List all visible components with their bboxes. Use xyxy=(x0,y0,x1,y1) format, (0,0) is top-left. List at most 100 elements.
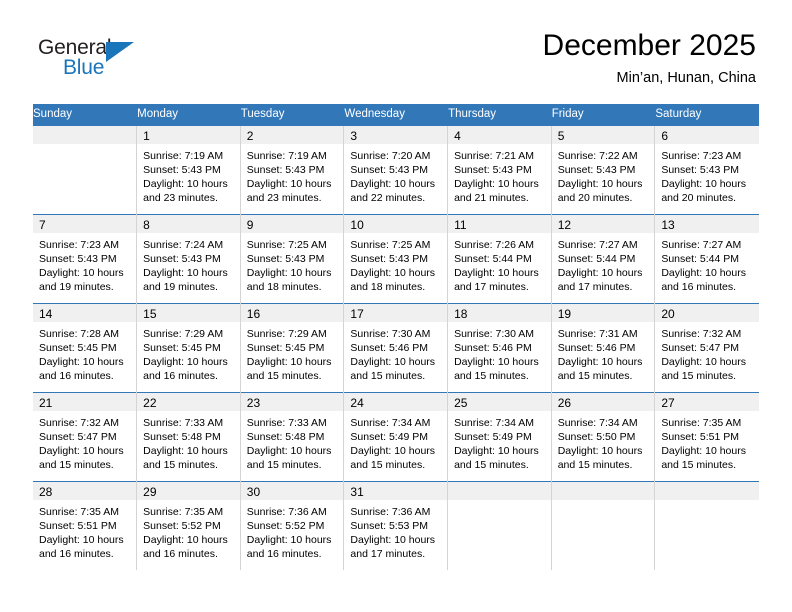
sunset-text: Sunset: 5:48 PM xyxy=(143,430,221,443)
daylight-text-line1: Daylight: 10 hours xyxy=(557,356,643,369)
daylight-text-line2: and 15 minutes. xyxy=(246,459,322,472)
daylight-text-line2: and 23 minutes. xyxy=(143,192,218,205)
calendar-day-cell[interactable]: 20 Sunrise: 7:32 AM Sunset: 5:47 PM Dayligh… xyxy=(654,302,759,392)
calendar-day-cell[interactable]: 22 Sunrise: 7:33 AM Sunset: 5:48 PM Dayligh… xyxy=(136,391,241,481)
calendar-day-cell[interactable]: 31 Sunrise: 7:36 AM Sunset: 5:53 PM Dayligh… xyxy=(343,480,449,570)
general-blue-logo: General Blue xyxy=(38,36,168,86)
calendar-day-cell[interactable]: 14 Sunrise: 7:28 AM Sunset: 5:45 PM Dayligh… xyxy=(33,302,138,392)
daylight-text-line1: Daylight: 10 hours xyxy=(39,267,124,280)
day-details: Sunrise: 7:29 AM Sunset: 5:45 PM Daylight:… xyxy=(137,322,240,384)
page-header: General Blue December 2025 Min’an, Hunan… xyxy=(0,0,792,104)
calendar-day-cell[interactable]: 18 Sunrise: 7:30 AM Sunset: 5:46 PM Dayligh… xyxy=(447,302,552,392)
sunrise-text: Sunrise: 7:25 AM xyxy=(350,238,431,251)
daylight-text-line2: and 15 minutes. xyxy=(350,370,426,383)
sunrise-text: Sunrise: 7:27 AM xyxy=(557,238,638,251)
calendar-day-cell[interactable]: 3 Sunrise: 7:20 AM Sunset: 5:43 PM Daylight… xyxy=(343,124,449,214)
daylight-text-line1: Daylight: 10 hours xyxy=(557,445,643,458)
sunrise-text: Sunrise: 7:33 AM xyxy=(246,416,327,429)
day-number-band: 31 xyxy=(344,481,448,500)
calendar-day-cell[interactable]: 17 Sunrise: 7:30 AM Sunset: 5:46 PM Dayligh… xyxy=(343,302,449,392)
day-number: 12 xyxy=(557,217,572,232)
sunrise-text: Sunrise: 7:36 AM xyxy=(246,505,327,518)
day-details: Sunrise: 7:34 AM Sunset: 5:49 PM Daylight:… xyxy=(448,411,551,473)
calendar-day-cell[interactable]: 5 Sunrise: 7:22 AM Sunset: 5:43 PM Daylight… xyxy=(551,124,656,214)
sunrise-text: Sunrise: 7:31 AM xyxy=(557,327,638,340)
calendar-day-cell[interactable]: 6 Sunrise: 7:23 AM Sunset: 5:43 PM Daylight… xyxy=(654,124,759,214)
sunset-text: Sunset: 5:43 PM xyxy=(454,163,532,176)
sunset-text: Sunset: 5:43 PM xyxy=(143,252,221,265)
day-number: 26 xyxy=(557,395,572,410)
calendar-day-cell[interactable]: 29 Sunrise: 7:35 AM Sunset: 5:52 PM Dayligh… xyxy=(136,480,241,570)
daylight-text-line2: and 15 minutes. xyxy=(350,459,426,472)
calendar-day-cell[interactable]: 26 Sunrise: 7:34 AM Sunset: 5:50 PM Dayligh… xyxy=(551,391,656,481)
daylight-text-line2: and 23 minutes. xyxy=(246,192,322,205)
day-number-band: 20 xyxy=(655,303,759,322)
daylight-text-line2: and 16 minutes. xyxy=(39,370,114,383)
daylight-text-line1: Daylight: 10 hours xyxy=(454,356,539,369)
calendar-day-cell[interactable]: 30 Sunrise: 7:36 AM Sunset: 5:52 PM Dayligh… xyxy=(240,480,345,570)
calendar-day-cell[interactable]: 25 Sunrise: 7:34 AM Sunset: 5:49 PM Dayligh… xyxy=(447,391,552,481)
calendar-week-row: 28 Sunrise: 7:35 AM Sunset: 5:51 PM Dayligh… xyxy=(33,480,759,570)
calendar-day-cell[interactable]: 12 Sunrise: 7:27 AM Sunset: 5:44 PM Dayligh… xyxy=(551,213,656,303)
day-number: 17 xyxy=(350,306,364,321)
sunset-text: Sunset: 5:44 PM xyxy=(557,252,636,265)
daylight-text-line2: and 16 minutes. xyxy=(143,548,218,561)
calendar-day-cell[interactable]: 2 Sunrise: 7:19 AM Sunset: 5:43 PM Daylight… xyxy=(240,124,345,214)
day-number-band xyxy=(655,481,759,500)
day-number-band: 10 xyxy=(344,214,448,233)
day-number-band: 25 xyxy=(448,392,551,411)
weekday-header-saturday: Saturday xyxy=(654,104,759,125)
day-details: Sunrise: 7:28 AM Sunset: 5:45 PM Daylight:… xyxy=(33,322,136,384)
day-details: Sunrise: 7:24 AM Sunset: 5:43 PM Daylight:… xyxy=(137,233,240,295)
sunrise-text: Sunrise: 7:20 AM xyxy=(350,149,431,162)
day-number: 23 xyxy=(246,395,261,410)
day-details: Sunrise: 7:19 AM Sunset: 5:43 PM Daylight:… xyxy=(137,144,240,206)
daylight-text-line2: and 22 minutes. xyxy=(350,192,426,205)
sunset-text: Sunset: 5:47 PM xyxy=(661,341,739,354)
calendar-day-cell[interactable]: 10 Sunrise: 7:25 AM Sunset: 5:43 PM Dayligh… xyxy=(343,213,449,303)
day-number: 9 xyxy=(246,217,254,232)
daylight-text-line2: and 17 minutes. xyxy=(350,548,426,561)
calendar-day-cell[interactable]: 9 Sunrise: 7:25 AM Sunset: 5:43 PM Daylight… xyxy=(240,213,345,303)
daylight-text-line2: and 18 minutes. xyxy=(350,281,426,294)
day-details: Sunrise: 7:25 AM Sunset: 5:43 PM Daylight:… xyxy=(241,233,344,295)
page-title: December 2025 xyxy=(542,29,756,62)
day-number-band: 13 xyxy=(655,214,759,233)
calendar-grid: Sunday Monday Tuesday Wednesday Thursday… xyxy=(33,104,759,570)
daylight-text-line2: and 15 minutes. xyxy=(39,459,114,472)
daylight-text-line1: Daylight: 10 hours xyxy=(557,178,643,191)
sunset-text: Sunset: 5:45 PM xyxy=(246,341,325,354)
calendar-day-cell[interactable]: 19 Sunrise: 7:31 AM Sunset: 5:46 PM Dayligh… xyxy=(551,302,656,392)
calendar-day-cell[interactable]: 1 Sunrise: 7:19 AM Sunset: 5:43 PM Daylight… xyxy=(136,124,241,214)
sunrise-text: Sunrise: 7:35 AM xyxy=(661,416,742,429)
daylight-text-line1: Daylight: 10 hours xyxy=(246,534,332,547)
calendar-day-cell[interactable]: 15 Sunrise: 7:29 AM Sunset: 5:45 PM Dayligh… xyxy=(136,302,241,392)
day-number: 20 xyxy=(661,306,675,321)
calendar-day-cell[interactable]: 4 Sunrise: 7:21 AM Sunset: 5:43 PM Daylight… xyxy=(447,124,552,214)
calendar-day-cell[interactable]: 13 Sunrise: 7:27 AM Sunset: 5:44 PM Dayligh… xyxy=(654,213,759,303)
calendar-day-cell[interactable]: 23 Sunrise: 7:33 AM Sunset: 5:48 PM Dayligh… xyxy=(240,391,345,481)
calendar-day-cell[interactable]: 21 Sunrise: 7:32 AM Sunset: 5:47 PM Dayligh… xyxy=(33,391,138,481)
day-details: Sunrise: 7:30 AM Sunset: 5:46 PM Daylight:… xyxy=(344,322,447,384)
sunset-text: Sunset: 5:43 PM xyxy=(246,252,325,265)
sunrise-text: Sunrise: 7:24 AM xyxy=(143,238,224,251)
calendar-day-cell[interactable]: 27 Sunrise: 7:35 AM Sunset: 5:51 PM Dayligh… xyxy=(654,391,759,481)
daylight-text-line2: and 15 minutes. xyxy=(143,459,218,472)
calendar-day-cell[interactable]: 24 Sunrise: 7:34 AM Sunset: 5:49 PM Dayligh… xyxy=(343,391,449,481)
day-number: 30 xyxy=(246,484,261,499)
calendar-day-cell[interactable]: 28 Sunrise: 7:35 AM Sunset: 5:51 PM Dayligh… xyxy=(33,480,138,570)
day-number: 10 xyxy=(350,217,364,232)
day-number-band: 5 xyxy=(551,125,655,144)
sunrise-text: Sunrise: 7:30 AM xyxy=(350,327,431,340)
day-details: Sunrise: 7:30 AM Sunset: 5:46 PM Daylight:… xyxy=(448,322,551,384)
calendar-day-cell[interactable]: 11 Sunrise: 7:26 AM Sunset: 5:44 PM Dayligh… xyxy=(447,213,552,303)
daylight-text-line1: Daylight: 10 hours xyxy=(39,356,124,369)
calendar-day-cell[interactable]: 8 Sunrise: 7:24 AM Sunset: 5:43 PM Daylight… xyxy=(136,213,241,303)
daylight-text-line1: Daylight: 10 hours xyxy=(39,445,124,458)
calendar-day-cell[interactable]: 16 Sunrise: 7:29 AM Sunset: 5:45 PM Dayligh… xyxy=(240,302,345,392)
calendar-day-cell[interactable]: 7 Sunrise: 7:23 AM Sunset: 5:43 PM Daylight… xyxy=(33,213,138,303)
day-number-band: 19 xyxy=(551,303,655,322)
day-details: Sunrise: 7:20 AM Sunset: 5:43 PM Daylight:… xyxy=(344,144,447,206)
daylight-text-line2: and 17 minutes. xyxy=(454,281,529,294)
sunset-text: Sunset: 5:52 PM xyxy=(246,519,325,532)
